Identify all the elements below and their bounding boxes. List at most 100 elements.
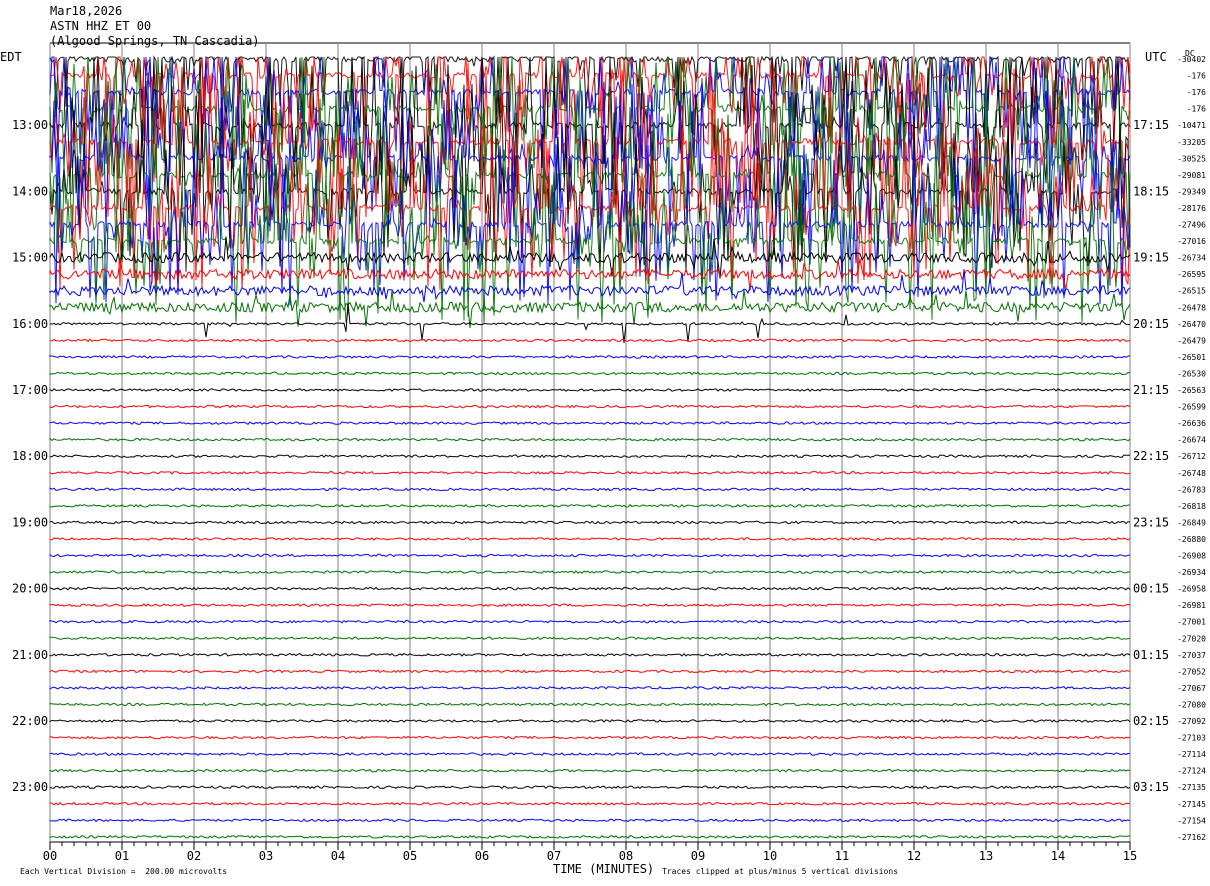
dc-offset-label: -27124 — [1177, 767, 1206, 776]
seismic-trace — [49, 702, 1131, 707]
seismic-trace — [49, 652, 1131, 657]
seismic-trace — [49, 537, 1131, 541]
dc-offset-label: -26530 — [1177, 369, 1206, 378]
right-hour-label: 21:15 — [1133, 383, 1169, 397]
seismic-trace — [49, 785, 1131, 790]
right-hour-label: 03:15 — [1133, 780, 1169, 794]
seismogram-plot: 00 01 02 03 04 05 06 07 08 09 10 11 12 13 14 15 13:00 14:… — [12, 42, 1206, 863]
seismic-trace — [49, 487, 1131, 492]
x-tick-label: 00 — [43, 849, 57, 863]
dc-offset-label: -30525 — [1177, 154, 1206, 163]
right-hour-label: 17:15 — [1133, 118, 1169, 132]
dc-offset-label: -27114 — [1177, 750, 1206, 759]
seismic-trace — [49, 520, 1131, 525]
x-tick-label: 03 — [259, 849, 273, 863]
seismic-trace — [49, 570, 1131, 574]
dc-offset-label: -26748 — [1177, 469, 1206, 478]
dc-offset-label: -26599 — [1177, 403, 1206, 412]
x-tick-label: 05 — [403, 849, 417, 863]
seismic-trace — [49, 818, 1131, 823]
x-tick-label: 12 — [907, 849, 921, 863]
dc-offset-label: -26563 — [1177, 386, 1206, 395]
seismic-trace — [49, 685, 1131, 690]
left-hour-label: 15:00 — [12, 251, 48, 265]
seismic-trace — [49, 719, 1131, 723]
x-tick-label: 15 — [1123, 849, 1137, 863]
seismic-trace — [49, 437, 1131, 442]
dc-offset-label: -29349 — [1177, 187, 1206, 196]
dc-offset-label: -26934 — [1177, 568, 1206, 577]
dc-offset-label: -26501 — [1177, 353, 1206, 362]
right-hour-label: 01:15 — [1133, 648, 1169, 662]
seismic-trace — [49, 669, 1131, 674]
right-hour-label: 19:15 — [1133, 251, 1169, 265]
left-hour-label: 21:00 — [12, 648, 48, 662]
dc-offset-label: -27080 — [1177, 700, 1206, 709]
dc-offset-label: -27016 — [1177, 237, 1206, 246]
dc-offset-label: -176 — [1187, 72, 1206, 81]
x-tick-label: 04 — [331, 849, 345, 863]
seismic-trace — [49, 553, 1131, 558]
x-axis-title: TIME (MINUTES) — [553, 862, 655, 876]
dc-offset-label: -29081 — [1177, 171, 1206, 180]
dc-offset-label: -26636 — [1177, 419, 1206, 428]
dc-offset-label: -27103 — [1177, 734, 1206, 743]
header-station: ASTN HHZ ET 00 — [50, 19, 152, 33]
dc-offset-label: -26478 — [1177, 303, 1206, 312]
dc-offset-label: -26470 — [1177, 320, 1206, 329]
seismic-trace — [49, 752, 1131, 756]
dc-offset-label: -26595 — [1177, 270, 1206, 279]
left-hour-label: 23:00 — [12, 780, 48, 794]
right-hour-label: 18:15 — [1133, 184, 1169, 198]
seismic-trace — [49, 404, 1131, 409]
seismic-trace — [49, 338, 1131, 343]
dc-offset-label: -27037 — [1177, 651, 1206, 660]
left-hour-label: 13:00 — [12, 118, 48, 132]
seismic-trace — [49, 636, 1131, 641]
dc-offset-label: -26515 — [1177, 287, 1206, 296]
dc-offset-label: -176 — [1187, 88, 1206, 97]
seismic-trace — [49, 421, 1130, 425]
right-hour-label: 00:15 — [1133, 582, 1169, 596]
header-date: Mar18,2026 — [50, 4, 123, 18]
left-hour-label: 14:00 — [12, 184, 48, 198]
x-tick-label: 09 — [691, 849, 705, 863]
left-hour-label: 20:00 — [12, 582, 48, 596]
x-tick-label: 06 — [475, 849, 489, 863]
dc-offset-label: -27496 — [1177, 221, 1206, 230]
dc-offset-label: -26712 — [1177, 452, 1206, 461]
seismic-trace — [49, 470, 1131, 475]
right-hour-label: 20:15 — [1133, 317, 1169, 331]
seismic-trace — [49, 735, 1131, 740]
dc-offset-label: -26958 — [1177, 585, 1206, 594]
dc-offset-label: -26981 — [1177, 601, 1206, 610]
seismic-trace — [49, 619, 1131, 624]
dc-offset-label: -27001 — [1177, 618, 1206, 627]
dc-offset-label: -33205 — [1177, 138, 1206, 147]
right-hour-label: 22:15 — [1133, 449, 1169, 463]
scale-note: Each Vertical Division = 200.00 microvol… — [20, 867, 228, 876]
dc-offset-label: -26849 — [1177, 518, 1206, 527]
x-tick-label: 11 — [835, 849, 849, 863]
seismic-trace — [49, 503, 1130, 508]
dc-offset-label: -27162 — [1177, 833, 1206, 842]
dc-offset-label: -27092 — [1177, 717, 1206, 726]
seismic-trace — [49, 388, 1131, 392]
seismic-trace — [49, 768, 1131, 773]
dc-offset-label: -26880 — [1177, 535, 1206, 544]
dc-offset-label: -26818 — [1177, 502, 1206, 511]
dc-offset-label: -176 — [1187, 105, 1206, 114]
right-hour-label: 23:15 — [1133, 515, 1169, 529]
seismic-trace — [49, 371, 1131, 376]
right-timezone-label: UTC — [1145, 50, 1167, 64]
clip-note: Traces clipped at plus/minus 5 vertical … — [662, 867, 899, 876]
seismic-trace — [49, 586, 1131, 591]
right-hour-label: 02:15 — [1133, 714, 1169, 728]
dc-offset-label: -28176 — [1177, 204, 1206, 213]
header-location: (Algood Springs, TN Cascadia) — [50, 34, 260, 48]
seismic-trace — [49, 834, 1131, 839]
left-hour-label: 19:00 — [12, 515, 48, 529]
x-tick-label: 08 — [619, 849, 633, 863]
left-hour-label: 22:00 — [12, 714, 48, 728]
x-tick-label: 14 — [1051, 849, 1065, 863]
